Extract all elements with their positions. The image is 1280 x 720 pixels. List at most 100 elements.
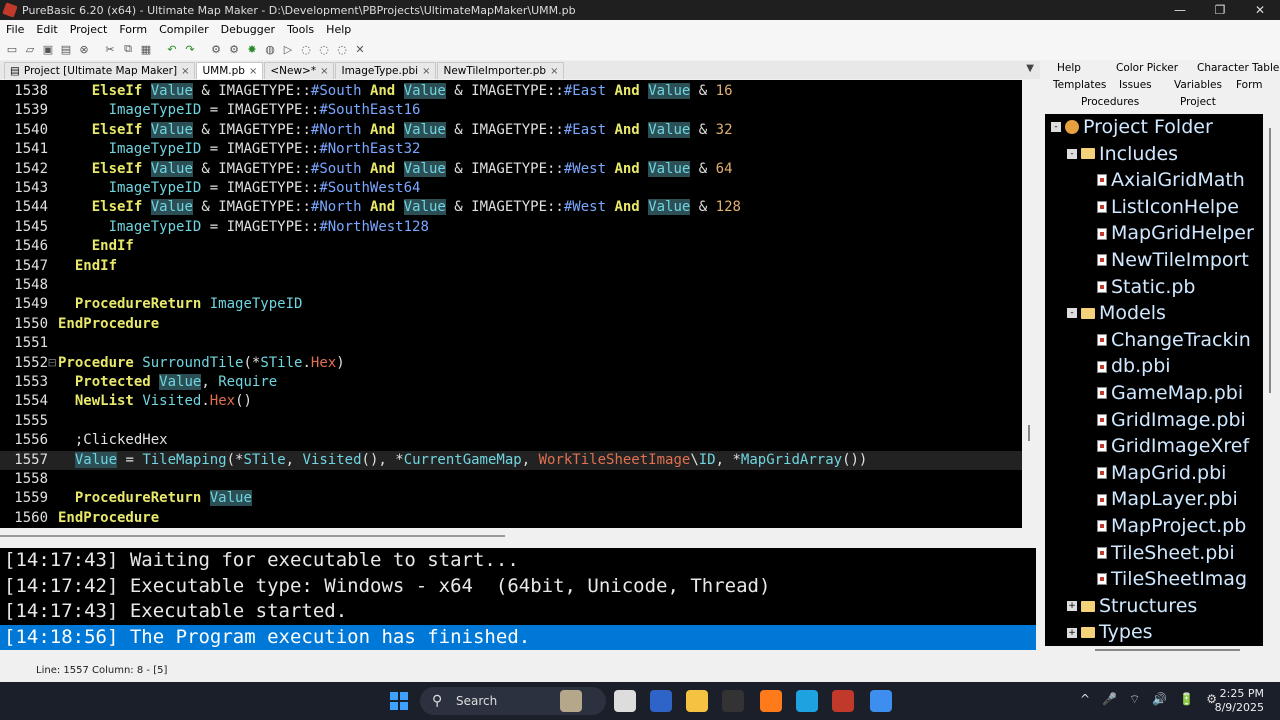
close-button[interactable]: ✕ (1240, 0, 1280, 20)
tab-newtileimporter-pb[interactable]: NewTileImporter.pb × (437, 62, 565, 80)
scrollbar-thumb[interactable] (1269, 128, 1271, 393)
collapse-icon[interactable]: - (1051, 122, 1061, 133)
purebasic-icon[interactable] (832, 690, 854, 712)
amazon-icon[interactable] (722, 690, 744, 712)
tab-variables[interactable]: Variables (1174, 79, 1222, 91)
tree-item-file[interactable]: AxialGridMath (1097, 167, 1245, 194)
tree-item-file[interactable]: MapLayer.pbi (1097, 486, 1238, 513)
tree-item-file[interactable]: NewTileImport (1097, 247, 1249, 274)
minimize-button[interactable]: — (1160, 0, 1200, 20)
clock[interactable]: 2:25 PM 8/9/2025 (1215, 687, 1264, 715)
kill-program-icon[interactable]: ✕ (352, 41, 368, 57)
debugger-icon[interactable]: ✸ (244, 41, 260, 57)
tree-item-file[interactable]: db.pbi (1097, 353, 1171, 380)
tree-item-folder[interactable]: + Structures (1067, 593, 1197, 620)
code-line[interactable]: 1551 (0, 334, 1022, 353)
tab-form[interactable]: Form (1236, 79, 1262, 91)
save-icon[interactable]: ▣ (40, 41, 56, 57)
compile-icon[interactable]: ⚙ (208, 41, 224, 57)
code-line[interactable]: 1560 EndProcedure (0, 509, 1022, 528)
log-horizontal-scrollbar[interactable] (0, 650, 1036, 658)
code-line[interactable]: 1557 Value = TileMaping(*STile, Visited(… (0, 450, 1022, 470)
stop-icon[interactable]: ◍ (262, 41, 278, 57)
tab-project-panel[interactable]: Project (1180, 96, 1216, 108)
collapse-icon[interactable]: - (1067, 148, 1077, 159)
tab-close-icon[interactable]: × (550, 63, 558, 80)
compile-run-icon[interactable]: ⚙ (226, 41, 242, 57)
log-entry[interactable]: [14:17:43] Waiting for executable to sta… (0, 548, 1036, 574)
compiler-log-output[interactable]: [14:17:43] Waiting for executable to sta… (0, 548, 1036, 658)
tree-item-file[interactable]: MapProject.pb (1097, 513, 1246, 540)
tray-icon[interactable]: 🎤 (1102, 692, 1117, 707)
close-file-icon[interactable]: ⊗ (76, 41, 92, 57)
menu-debugger[interactable]: Debugger (215, 23, 281, 36)
new-file-icon[interactable]: ▭ (4, 41, 20, 57)
tree-item-folder[interactable]: - Includes (1067, 141, 1178, 168)
tab-imagetype-pbi[interactable]: ImageType.pbi × (335, 62, 437, 80)
menu-form[interactable]: Form (113, 23, 153, 36)
code-line[interactable]: 1554 NewList Visited.Hex() (0, 392, 1022, 411)
code-line[interactable]: 1546 EndIf (0, 237, 1022, 256)
log-entry[interactable]: [14:17:42] Executable type: Windows - x6… (0, 574, 1036, 600)
tree-item-file[interactable]: GameMap.pbi (1097, 380, 1243, 407)
tab-umm-pb[interactable]: UMM.pb × (196, 62, 264, 80)
tab-close-icon[interactable]: × (422, 63, 430, 80)
code-line[interactable]: 1538 ElseIf Value & IMAGETYPE::#South An… (0, 82, 1022, 101)
edge-icon[interactable] (796, 690, 818, 712)
code-line[interactable]: 1556 ;ClickedHex (0, 431, 1022, 450)
save-all-icon[interactable]: ▤ (58, 41, 74, 57)
tree-item-folder[interactable]: - Models (1067, 300, 1166, 327)
code-line[interactable]: 1539 ImageTypeID = IMAGETYPE::#SouthEast… (0, 101, 1022, 120)
step-out-icon[interactable]: ◌ (334, 41, 350, 57)
tray-icon[interactable]: 🔊 (1152, 692, 1167, 707)
tree-vertical-scrollbar[interactable] (1264, 114, 1276, 646)
code-line[interactable]: 1559 ProcedureReturn Value (0, 489, 1022, 508)
app-blue-icon[interactable] (650, 690, 672, 712)
cut-icon[interactable]: ✂ (102, 41, 118, 57)
tray-icon[interactable]: 🔋 (1179, 692, 1194, 707)
project-tree[interactable]: - Project Folder - Includes AxialGridMath Lis… (1045, 114, 1263, 646)
tab-project[interactable]: ▤ Project [Ultimate Map Maker] × (4, 62, 196, 80)
code-editor[interactable]: 1538 ElseIf Value & IMAGETYPE::#South An… (0, 80, 1022, 528)
tree-item-file[interactable]: MapGridHelper (1097, 220, 1254, 247)
tab-close-icon[interactable]: × (249, 63, 257, 80)
tray-icon[interactable]: ^ (1080, 692, 1090, 707)
code-line[interactable]: 1545 ImageTypeID = IMAGETYPE::#NorthWest… (0, 218, 1022, 237)
restore-button[interactable]: ❐ (1200, 0, 1240, 20)
tab-close-icon[interactable]: × (320, 63, 328, 80)
tree-horizontal-scrollbar[interactable] (1045, 646, 1265, 654)
open-folder-icon[interactable]: ▱ (22, 41, 38, 57)
tree-item-file[interactable]: TileSheetImag (1097, 566, 1247, 593)
menu-file[interactable]: File (0, 23, 30, 36)
tab-close-icon[interactable]: × (181, 63, 189, 80)
tree-item-file[interactable]: TileSheet.pbi (1097, 540, 1235, 567)
tab-character-table[interactable]: Character Table (1197, 62, 1279, 74)
menu-project[interactable]: Project (64, 23, 114, 36)
code-line[interactable]: 1544 ElseIf Value & IMAGETYPE::#North An… (0, 198, 1022, 217)
editor-horizontal-scrollbar[interactable] (0, 528, 1022, 542)
menu-compiler[interactable]: Compiler (153, 23, 215, 36)
tree-item-file[interactable]: GridImage.pbi (1097, 407, 1246, 434)
menu-edit[interactable]: Edit (30, 23, 63, 36)
firefox-icon[interactable] (760, 690, 782, 712)
tree-item-folder[interactable]: + Types (1067, 619, 1153, 646)
tree-item-root[interactable]: - Project Folder (1051, 114, 1213, 141)
panel-splitter[interactable] (1028, 425, 1030, 441)
tray-icon[interactable]: ⌔ (1129, 692, 1140, 707)
step-over-icon[interactable]: ◌ (316, 41, 332, 57)
tab-new[interactable]: <New>* × (264, 62, 335, 80)
scrollbar-thumb[interactable] (1095, 649, 1240, 651)
paste-icon[interactable]: ▦ (138, 41, 154, 57)
code-line[interactable]: 1550 EndProcedure (0, 315, 1022, 334)
task-view-icon[interactable] (614, 690, 636, 712)
file-explorer-icon[interactable] (686, 690, 708, 712)
redo-icon[interactable]: ↷ (182, 41, 198, 57)
log-entry[interactable]: [14:17:43] Executable started. (0, 599, 1036, 625)
tab-issues[interactable]: Issues (1119, 79, 1152, 91)
log-entry[interactable]: [14:18:56] The Program execution has fin… (0, 624, 1036, 650)
tab-list-dropdown-icon[interactable]: ▼ (1026, 63, 1034, 74)
code-line[interactable]: 1552⊟ Procedure SurroundTile(*STile.Hex) (0, 354, 1022, 373)
collapse-icon[interactable]: - (1067, 308, 1077, 319)
code-line[interactable]: 1542 ElseIf Value & IMAGETYPE::#South An… (0, 160, 1022, 179)
menu-help[interactable]: Help (320, 23, 357, 36)
